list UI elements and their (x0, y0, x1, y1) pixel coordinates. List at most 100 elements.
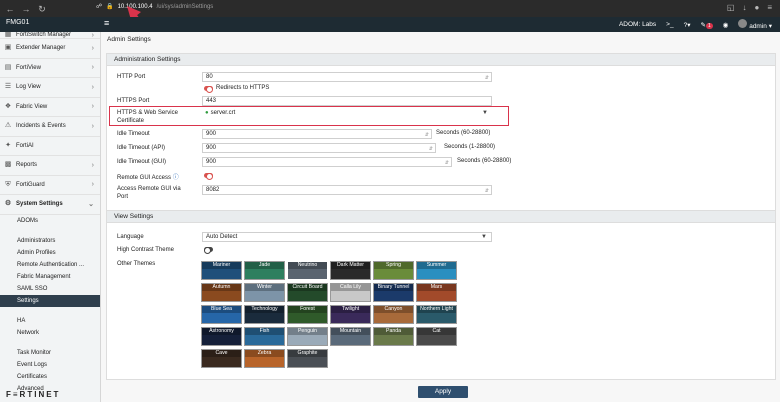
apply-button[interactable]: Apply (418, 386, 468, 398)
chevron-right-icon: › (91, 44, 94, 52)
main-content: Admin Settings Administration Settings H… (101, 32, 780, 402)
account-icon[interactable]: ● (754, 3, 759, 12)
sidebar-item-logview[interactable]: ☰ Log View › (0, 78, 100, 98)
sidebar-item-fortiview[interactable]: ▤ FortiView › (0, 59, 100, 78)
theme-tile[interactable]: Mariner (201, 261, 242, 280)
sub-item-task-monitor[interactable]: Task Monitor (0, 347, 100, 359)
stepper-icon[interactable]: ⇵ (445, 159, 449, 167)
theme-name: Calla Lily (331, 284, 370, 291)
notifications-icon[interactable]: ✎ 1 (700, 21, 713, 29)
https-port-field[interactable]: 443 (202, 96, 492, 106)
theme-tile[interactable]: Mars (416, 283, 457, 302)
theme-tile[interactable]: Neutrino (287, 261, 328, 280)
sidebar-item-system-settings[interactable]: ⚙ System Settings ⌄ (0, 195, 100, 215)
theme-tile[interactable]: Circuit Board (287, 283, 328, 302)
theme-name: Northern Light (417, 306, 456, 313)
theme-tile[interactable]: Fish (244, 327, 285, 346)
info-icon[interactable]: ⓘ (173, 175, 179, 181)
language-select[interactable]: Auto Detect ▼ (202, 232, 492, 242)
theme-tile[interactable]: Winter (244, 283, 285, 302)
theme-tile[interactable]: Summer (416, 261, 457, 280)
help-icon[interactable]: ?▾ (684, 21, 691, 29)
theme-tile[interactable]: Canyon (373, 305, 414, 324)
theme-tile[interactable]: Spring (373, 261, 414, 280)
sidebar-item-fortiswitch[interactable]: ▦ FortiSwitch Manager › (0, 32, 100, 39)
theme-tile[interactable]: Penguin (287, 327, 328, 346)
download-icon[interactable]: ↓ (742, 3, 746, 12)
sidebar-item-incidents[interactable]: ⚠ Incidents & Events › (0, 117, 100, 137)
idle-gui-field[interactable]: 900 ⇵ (202, 157, 452, 167)
sub-item-network[interactable]: Network (0, 327, 100, 339)
sub-item-certificates[interactable]: Certificates (0, 371, 100, 383)
sidebar-item-fortiguard[interactable]: ⛨ FortiGuard › (0, 176, 100, 195)
theme-tile[interactable]: Cave (201, 349, 242, 368)
sub-item-admin-profiles[interactable]: Admin Profiles (0, 247, 100, 259)
theme-name: Panda (374, 328, 413, 335)
stepper-icon[interactable]: ⇵ (485, 74, 489, 82)
cli-icon[interactable]: >_ (666, 21, 673, 28)
theme-tile[interactable]: Calla Lily (330, 283, 371, 302)
stepper-icon[interactable]: ⇵ (429, 145, 433, 153)
theme-tile[interactable]: Panda (373, 327, 414, 346)
theme-name: Twilight (331, 306, 370, 313)
sidebar-item-extender[interactable]: ▣ Extender Manager › (0, 39, 100, 59)
user-menu[interactable]: admin ▾ (738, 19, 772, 30)
theme-tile[interactable]: Technology (244, 305, 285, 324)
sub-item-adoms[interactable]: ADOMs (0, 215, 100, 227)
theme-tile[interactable]: Zebra (244, 349, 285, 368)
chevron-right-icon: › (91, 83, 94, 91)
theme-tile[interactable]: Dark Matter (330, 261, 371, 280)
forward-icon[interactable]: → (20, 3, 32, 15)
remote-gui-label: Remote GUI Access ⓘ (117, 175, 179, 181)
sub-item-fabric-management[interactable]: Fabric Management (0, 271, 100, 283)
fabric-icon: ❖ (4, 102, 12, 110)
sidebar-item-reports[interactable]: ▩ Reports › (0, 156, 100, 176)
hamburger-icon[interactable]: ≡ (104, 18, 109, 28)
page-title: Admin Settings (107, 36, 151, 43)
theme-tile[interactable]: Blue Sea (201, 305, 242, 324)
user-name: admin (749, 23, 767, 30)
sidebar-item-fabricview[interactable]: ❖ Fabric View › (0, 98, 100, 117)
stepper-icon[interactable]: ⇵ (485, 187, 489, 195)
adom-selector[interactable]: ADOM: Labs (619, 21, 656, 28)
idle-timeout-field[interactable]: 900 ⇵ (202, 129, 432, 139)
shield-icon: ⛨ (5, 180, 11, 188)
avatar (738, 19, 748, 28)
log-icon: ☰ (4, 83, 12, 91)
theme-name: Dark Matter (331, 262, 370, 269)
fortinet-logo: F≡RTINET (6, 390, 61, 399)
theme-tile[interactable]: Jade (244, 261, 285, 280)
redirect-toggle[interactable] (204, 86, 213, 93)
theme-tile[interactable]: Autumn (201, 283, 242, 302)
sub-item-settings[interactable]: Settings (0, 294, 100, 307)
contrast-toggle[interactable] (204, 247, 213, 254)
idle-api-field[interactable]: 900 ⇵ (202, 143, 436, 153)
theme-name: Graphite (288, 350, 327, 357)
fortiai-icon[interactable]: ◉ (723, 21, 729, 29)
theme-tile[interactable]: Forest (287, 305, 328, 324)
theme-tile[interactable]: Astronomy (201, 327, 242, 346)
back-icon[interactable]: ← (4, 3, 16, 15)
theme-tile[interactable]: Twilight (330, 305, 371, 324)
sub-item-remote-auth[interactable]: Remote Authentication ... (0, 259, 100, 271)
remote-port-field[interactable]: 8082 ⇵ (202, 185, 492, 195)
sub-item-event-logs[interactable]: Event Logs (0, 359, 100, 371)
http-port-field[interactable]: 80 ⇵ (202, 72, 492, 82)
pocket-icon[interactable]: ◱ (727, 3, 735, 12)
sub-item-ha[interactable]: HA (0, 315, 100, 327)
theme-name: Forest (288, 306, 327, 313)
sidebar-item-fortiai[interactable]: ✦ FortiAI (0, 137, 100, 156)
reload-icon[interactable]: ↻ (36, 3, 48, 15)
theme-tile[interactable]: Northern Light (416, 305, 457, 324)
theme-tile[interactable]: Graphite (287, 349, 328, 368)
theme-tile[interactable]: Binary Tunnel (373, 283, 414, 302)
theme-tile[interactable]: Cat (416, 327, 457, 346)
stepper-icon[interactable]: ⇵ (425, 131, 429, 139)
remote-gui-toggle[interactable] (204, 173, 213, 180)
menu-icon[interactable]: ≡ (767, 3, 772, 12)
sub-item-saml-sso[interactable]: SAML SSO (0, 283, 100, 295)
theme-tile[interactable]: Mountain (330, 327, 371, 346)
remote-port-label: Access Remote GUI via Port (117, 186, 181, 200)
theme-name: Binary Tunnel (374, 284, 413, 291)
sub-item-administrators[interactable]: Administrators (0, 235, 100, 247)
